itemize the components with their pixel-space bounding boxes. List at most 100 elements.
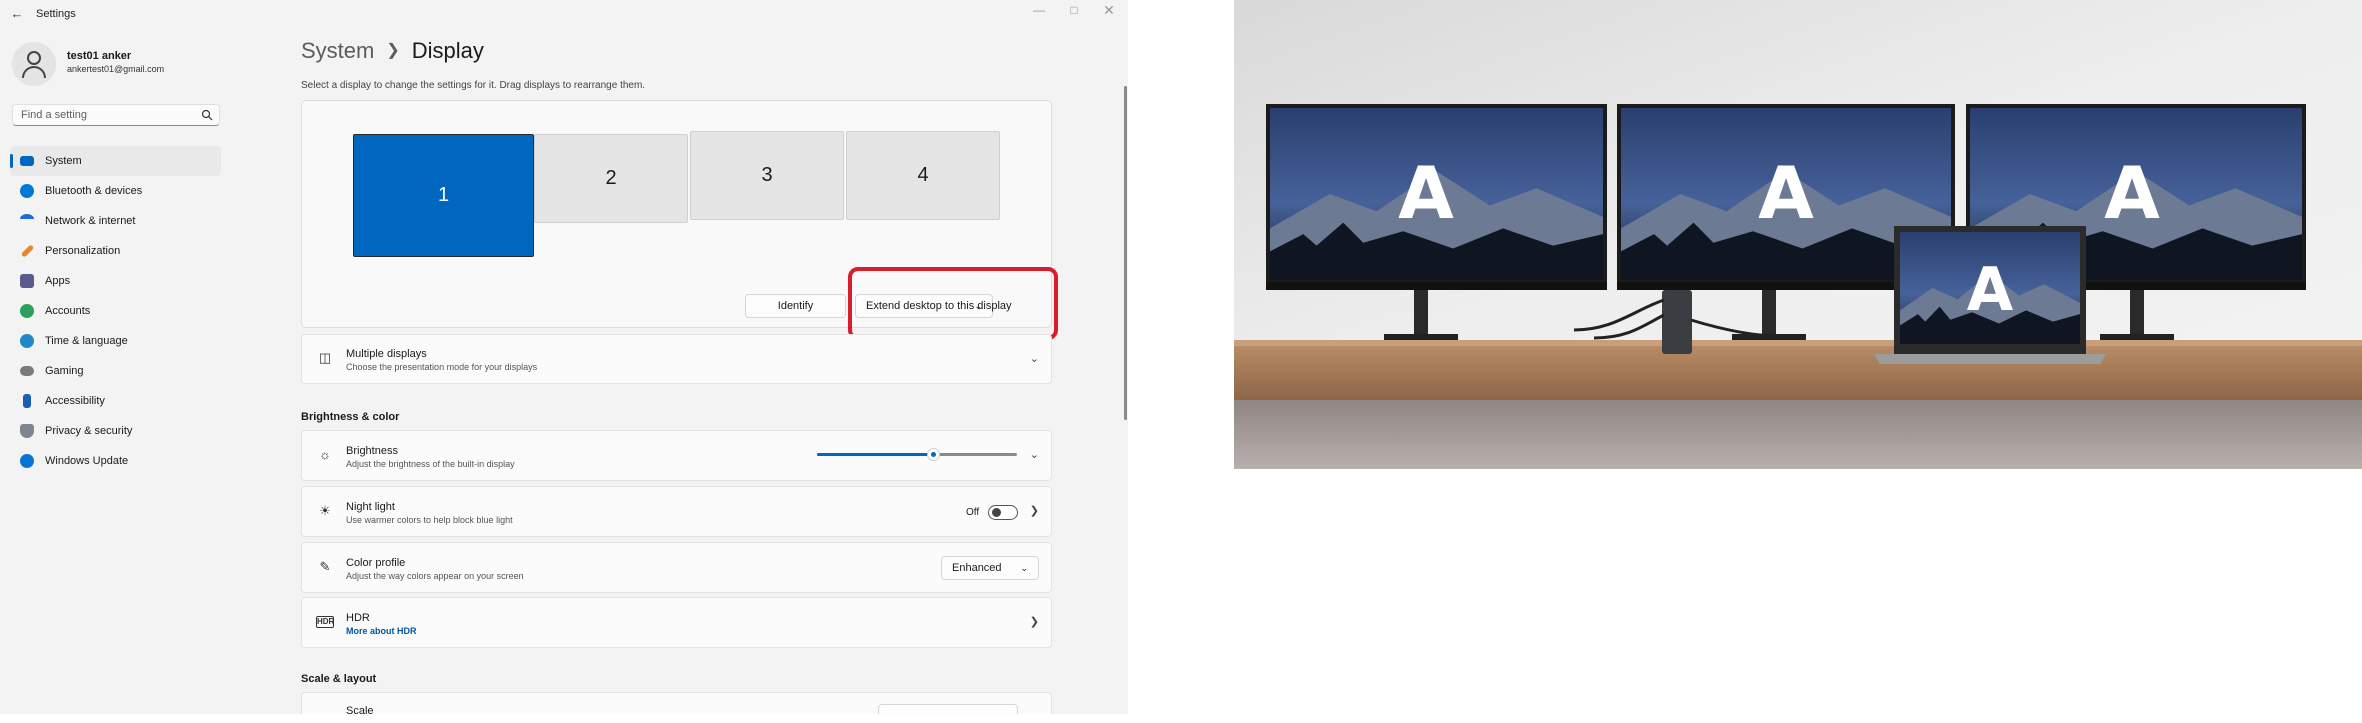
sidebar-item-apps[interactable]: Apps — [10, 266, 221, 296]
multiple-displays-card[interactable]: ◫ Multiple displays Choose the presentat… — [301, 334, 1052, 384]
brightness-slider[interactable] — [817, 448, 1017, 461]
hdr-link[interactable]: More about HDR — [346, 626, 417, 636]
sidebar-item-personalization[interactable]: Personalization — [10, 236, 221, 266]
chevron-right-icon: ❯ — [386, 42, 400, 59]
minimize-button[interactable]: — — [1022, 2, 1056, 22]
multiple-displays-subtitle: Choose the presentation mode for your di… — [346, 362, 538, 372]
sidebar-item-privacy[interactable]: Privacy & security — [10, 416, 221, 446]
sidebar-item-system[interactable]: System — [10, 146, 221, 176]
sidebar-item-label: Time & language — [45, 335, 128, 347]
hdr-title: HDR — [346, 612, 370, 624]
multiple-displays-icon: ◫ — [318, 350, 332, 365]
product-photo: A A A A — [1234, 0, 2362, 469]
night-light-title: Night light — [346, 501, 395, 513]
scale-card[interactable]: Scale — [301, 692, 1052, 714]
sidebar-item-label: Network & internet — [45, 215, 136, 227]
brightness-subtitle: Adjust the brightness of the built-in di… — [346, 459, 515, 469]
search-placeholder: Find a setting — [21, 109, 88, 121]
title-bar: ← Settings — □ ✕ — [0, 0, 1128, 28]
sidebar-item-network[interactable]: Network & internet — [10, 206, 221, 236]
hdr-card[interactable]: HDR HDR More about HDR ❯ — [301, 597, 1052, 648]
arrange-hint: Select a display to change the settings … — [301, 80, 646, 91]
color-profile-value: Enhanced — [952, 562, 1002, 574]
sidebar-item-accessibility[interactable]: Accessibility — [10, 386, 221, 416]
back-arrow-icon[interactable]: ← — [8, 5, 26, 23]
scrollbar[interactable] — [1124, 86, 1127, 420]
night-light-state: Off — [966, 507, 980, 518]
accessibility-icon — [23, 394, 31, 408]
monitors-desk-illustration: A A A A — [1234, 0, 2362, 469]
multiple-displays-title: Multiple displays — [346, 348, 427, 360]
shield-icon — [20, 424, 34, 438]
screen-letter-laptop: A — [1967, 255, 2014, 325]
pen-icon: ✎ — [319, 559, 331, 574]
sidebar-item-label: Personalization — [45, 245, 121, 257]
chevron-down-icon: ⌄ — [1020, 563, 1028, 573]
sidebar-item-windows-update[interactable]: Windows Update — [10, 446, 221, 476]
annotation-highlight-box — [848, 267, 1058, 340]
close-button[interactable]: ✕ — [1092, 2, 1126, 22]
sidebar-item-label: Bluetooth & devices — [45, 185, 143, 197]
color-profile-card[interactable]: ✎ Color profile Adjust the way colors ap… — [301, 542, 1052, 593]
scale-dropdown[interactable] — [878, 704, 1018, 714]
globe-clock-icon — [20, 334, 34, 348]
sidebar-item-time-language[interactable]: Time & language — [10, 326, 221, 356]
profile-name: test01 anker — [67, 50, 132, 62]
monitor-1[interactable]: 1 — [353, 134, 534, 257]
settings-window: ← Settings — □ ✕ test01 anker ankertest0… — [0, 0, 1128, 714]
chevron-right-icon[interactable]: ❯ — [1030, 504, 1039, 517]
section-scale-layout: Scale & layout — [301, 673, 377, 685]
sidebar-item-gaming[interactable]: Gaming — [10, 356, 221, 386]
update-icon — [20, 454, 34, 468]
maximize-button[interactable]: □ — [1057, 2, 1091, 22]
sidebar-item-label: Gaming — [45, 365, 84, 377]
color-profile-dropdown[interactable]: Enhanced ⌄ — [941, 556, 1039, 580]
brightness-slider-fill — [817, 453, 933, 456]
night-light-card[interactable]: ☀ Night light Use warmer colors to help … — [301, 486, 1052, 537]
profile-email: ankertest01@gmail.com — [67, 64, 165, 74]
app-title: Settings — [36, 8, 76, 20]
system-icon — [20, 156, 34, 166]
brush-icon — [20, 244, 35, 258]
breadcrumb-parent[interactable]: System — [301, 38, 374, 63]
apps-icon — [20, 274, 34, 288]
screen-letter-right: A — [2104, 151, 2160, 235]
sun-dim-icon: ☀ — [319, 503, 331, 518]
wifi-icon — [20, 214, 34, 224]
sidebar-item-label: Windows Update — [45, 455, 129, 467]
night-light-subtitle: Use warmer colors to help block blue lig… — [346, 515, 513, 525]
chevron-down-icon[interactable]: ⌄ — [1030, 448, 1039, 461]
section-brightness-color: Brightness & color — [301, 411, 400, 423]
scale-title: Scale — [346, 705, 374, 714]
brightness-slider-thumb[interactable] — [927, 448, 940, 461]
sidebar-item-bluetooth[interactable]: Bluetooth & devices — [10, 176, 221, 206]
bluetooth-icon — [20, 184, 34, 198]
chevron-right-icon[interactable]: ❯ — [1030, 615, 1039, 628]
sidebar-nav: System Bluetooth & devices Network & int… — [10, 146, 221, 476]
avatar — [12, 42, 56, 86]
identify-button[interactable]: Identify — [745, 294, 846, 318]
brightness-title: Brightness — [346, 445, 398, 457]
night-light-toggle[interactable] — [988, 505, 1018, 520]
monitor-4[interactable]: 4 — [846, 131, 1000, 220]
brightness-card[interactable]: ☼ Brightness Adjust the brightness of th… — [301, 430, 1052, 481]
sidebar-item-accounts[interactable]: Accounts — [10, 296, 221, 326]
color-profile-title: Color profile — [346, 557, 406, 569]
sidebar-item-label: Apps — [45, 275, 71, 287]
sidebar-item-label: Accessibility — [45, 395, 105, 407]
sidebar-item-label: System — [45, 155, 82, 167]
breadcrumb: System ❯ Display — [301, 38, 484, 64]
accounts-icon — [20, 304, 34, 318]
monitor-2[interactable]: 2 — [534, 134, 688, 223]
sidebar-item-label: Privacy & security — [45, 425, 133, 437]
hdr-icon: HDR — [316, 616, 335, 628]
search-input[interactable]: Find a setting — [12, 104, 220, 126]
page-title: Display — [411, 38, 484, 63]
monitor-3[interactable]: 3 — [690, 131, 844, 220]
gamepad-icon — [20, 366, 34, 376]
chevron-down-icon[interactable]: ⌄ — [1030, 352, 1039, 365]
screen-letter-left: A — [1398, 151, 1454, 235]
sun-icon: ☼ — [319, 447, 331, 462]
search-icon — [201, 109, 213, 121]
color-profile-subtitle: Adjust the way colors appear on your scr… — [346, 571, 524, 581]
